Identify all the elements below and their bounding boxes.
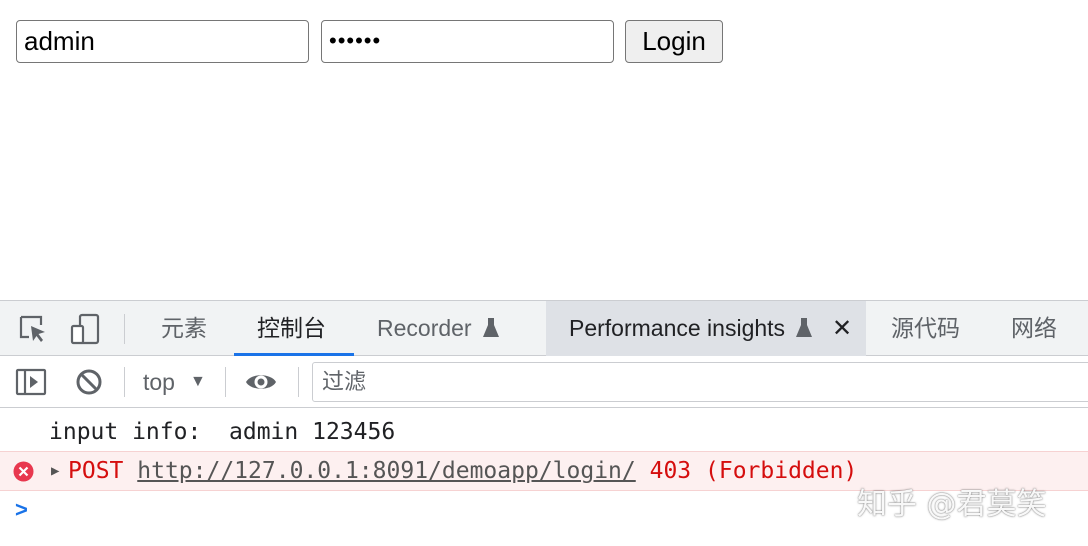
watermark: 知乎 @君莫笑 [857,487,1047,522]
tab-elements[interactable]: 元素 [161,301,207,356]
chevron-down-icon[interactable]: ▼ [190,356,206,408]
tab-recorder-label: Recorder [377,315,472,341]
show-sidebar-icon[interactable] [15,366,47,398]
eye-icon[interactable] [245,366,277,398]
tab-network[interactable]: 网络 [1011,301,1057,356]
error-status: 403 (Forbidden) [649,458,858,484]
error-method: POST [68,458,124,484]
tab-sources[interactable]: 源代码 [891,301,960,356]
console-output: input info: admin 123456 ▶ POST http://1… [0,409,1088,546]
device-toolbar-icon[interactable] [70,313,102,345]
error-text: POST http://127.0.0.1:8091/demoapp/login… [68,452,857,490]
tab-console[interactable]: 控制台 [257,301,326,356]
console-toolbar: top ▼ 过滤 [0,356,1088,408]
error-url-link[interactable]: http://127.0.0.1:8091/demoapp/login/ [137,458,636,484]
toolbar-divider [124,367,125,397]
password-input[interactable]: •••••• [321,20,614,63]
login-button[interactable]: Login [625,20,723,63]
tab-performance-insights[interactable]: Performance insights [569,301,813,356]
toolbar-divider [124,314,125,344]
console-prompt-icon[interactable]: > [15,497,28,523]
clear-console-icon[interactable] [73,366,105,398]
toolbar-divider [298,367,299,397]
console-log-message: input info: admin 123456 [49,419,396,445]
tab-recorder[interactable]: Recorder [377,301,500,356]
page-content: admin •••••• Login [0,0,1088,300]
flask-icon [796,317,813,337]
context-selector[interactable]: top [143,356,175,408]
error-icon [13,461,34,482]
toolbar-divider [225,367,226,397]
inspect-element-icon[interactable] [17,313,49,345]
close-tab-icon[interactable]: ✕ [832,301,852,356]
devtools-tabbar: 元素 控制台 Recorder Performance insights ✕ 源… [0,300,1088,356]
flask-icon [482,317,499,337]
username-input[interactable]: admin [16,20,309,63]
expand-triangle-icon[interactable]: ▶ [51,452,59,490]
tab-performance-insights-label: Performance insights [569,315,786,341]
filter-input[interactable]: 过滤 [312,362,1088,402]
